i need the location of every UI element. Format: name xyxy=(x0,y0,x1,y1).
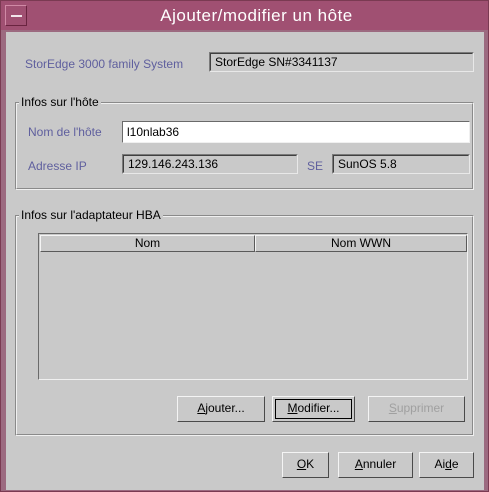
system-field: StorEdge SN#3341137 xyxy=(209,52,474,72)
title-bar[interactable]: Ajouter/modifier un hôte xyxy=(1,1,488,30)
os-label: SE xyxy=(307,159,324,173)
modify-hba-button[interactable]: Modifier... xyxy=(272,396,355,422)
dialog-window: Ajouter/modifier un hôte StorEdge 3000 f… xyxy=(0,0,489,492)
window-title: Ajouter/modifier un hôte xyxy=(160,6,353,25)
cancel-button[interactable]: Annuler xyxy=(338,452,413,478)
ok-button[interactable]: OK xyxy=(282,452,329,478)
column-header-name[interactable]: Nom xyxy=(40,235,255,252)
help-button[interactable]: Aide xyxy=(419,452,474,478)
os-field: SunOS 5.8 xyxy=(332,154,470,174)
host-info-legend: Infos sur l'hôte xyxy=(19,95,101,109)
dialog-body: StorEdge 3000 family System StorEdge SN#… xyxy=(6,32,484,490)
ip-address-label: Adresse IP xyxy=(28,159,87,173)
system-label: StorEdge 3000 family System xyxy=(25,57,184,71)
add-hba-button[interactable]: Ajouter... xyxy=(177,396,265,422)
hba-table[interactable]: Nom Nom WWN xyxy=(38,233,468,380)
column-header-wwn[interactable]: Nom WWN xyxy=(255,235,467,252)
delete-hba-button[interactable]: Supprimer xyxy=(368,396,465,422)
host-info-group xyxy=(15,102,474,190)
window-menu-button[interactable] xyxy=(5,5,27,26)
host-name-input[interactable]: l10nlab36 xyxy=(122,121,470,143)
host-name-label: Nom de l'hôte xyxy=(28,125,102,139)
ip-address-field: 129.146.243.136 xyxy=(122,154,298,174)
hba-info-legend: Infos sur l'adaptateur HBA xyxy=(19,208,163,222)
